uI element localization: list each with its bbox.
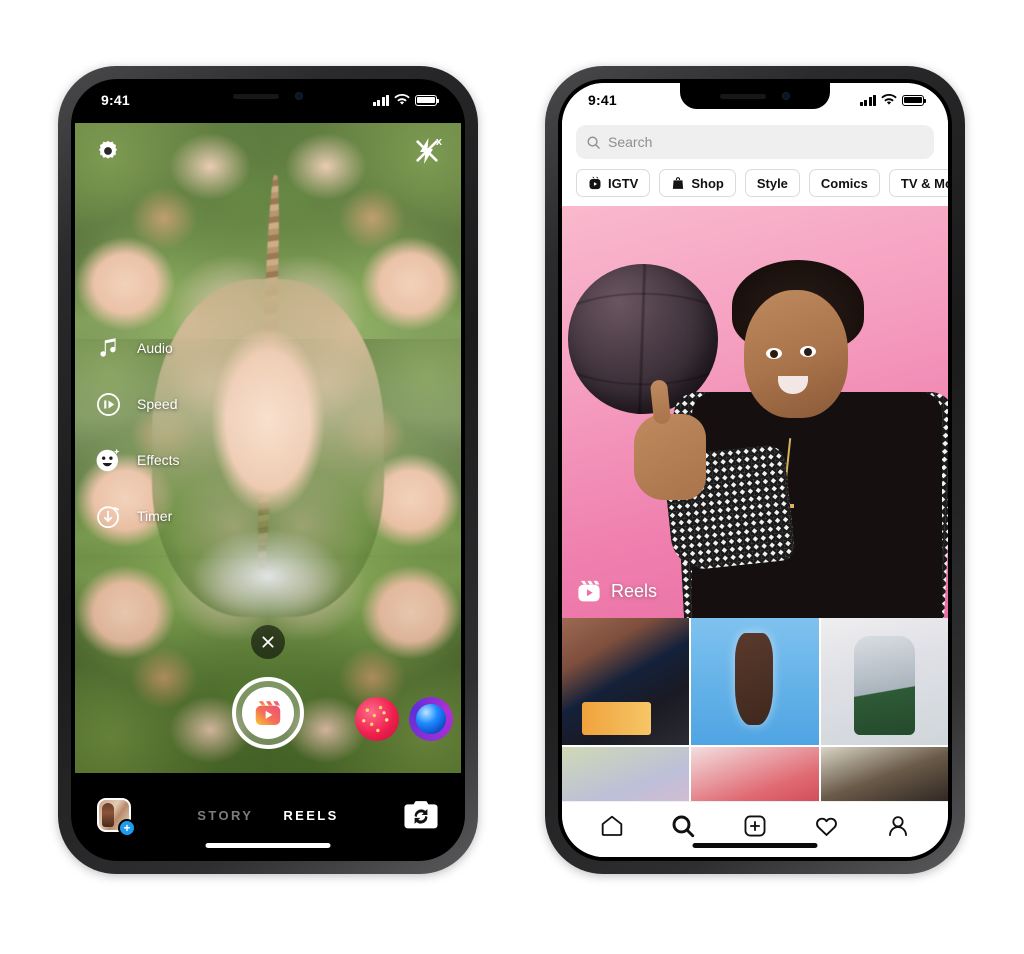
- search-icon[interactable]: [666, 809, 700, 843]
- left-phone-bezel: 9:41 x Audio Speed Effects Timer + STORY…: [71, 79, 465, 861]
- cellular-bars-icon: [859, 94, 876, 106]
- search-icon: [587, 136, 600, 149]
- earpiece-speaker: [233, 93, 279, 99]
- battery-full-icon: [415, 94, 439, 106]
- chip-igtv[interactable]: IGTV: [576, 169, 651, 197]
- right-phone-bezel: 9:41 Search IGTV Shop Style Comics TV & …: [558, 79, 952, 861]
- camera-tool-label: Speed: [137, 396, 178, 412]
- battery-full-icon: [902, 94, 926, 106]
- front-camera-dot: [782, 92, 790, 100]
- timer-clock-icon: [93, 501, 123, 531]
- flash-off-badge: x: [435, 136, 442, 148]
- close-x-icon: [262, 636, 274, 648]
- mode-tab-story[interactable]: STORY: [197, 808, 253, 823]
- reels-clapper-icon: [255, 701, 281, 725]
- music-note-icon: [93, 333, 123, 363]
- reels-badge: Reels: [576, 578, 657, 604]
- grid-item-1[interactable]: [562, 618, 690, 746]
- notch: [680, 83, 830, 109]
- camera-top-controls: x: [75, 136, 461, 165]
- heart-icon[interactable]: [810, 809, 844, 843]
- grid-item-6[interactable]: [820, 747, 948, 801]
- chip-label: TV & Movies: [900, 175, 948, 191]
- reels-badge-label: Reels: [611, 580, 658, 601]
- chip-tv-and-movies[interactable]: TV & Movies: [888, 169, 948, 197]
- sparkle-effect-thumbnail[interactable]: [355, 697, 399, 741]
- igtv-icon: [589, 176, 601, 190]
- camera-preview[interactable]: x Audio Speed Effects Timer: [75, 123, 461, 773]
- speed-gauge-icon: [93, 389, 123, 419]
- chip-style[interactable]: Style: [744, 169, 800, 197]
- camera-tool-timer[interactable]: Timer: [93, 501, 180, 531]
- flip-camera-icon[interactable]: [403, 799, 439, 831]
- featured-reel-post[interactable]: Reels: [562, 206, 948, 618]
- gallery-add-badge: +: [118, 819, 136, 837]
- camera-tool-menu: Audio Speed Effects Timer: [93, 333, 180, 531]
- earpiece-speaker: [720, 93, 766, 99]
- chip-label: IGTV: [608, 175, 639, 191]
- settings-gear-icon[interactable]: [95, 138, 121, 164]
- chip-shop[interactable]: Shop: [659, 169, 736, 197]
- grid-item-3[interactable]: [820, 618, 948, 746]
- status-time: 9:41: [101, 92, 130, 108]
- profile-icon[interactable]: [881, 809, 915, 843]
- smiley-face-icon: [93, 445, 123, 475]
- chip-label: Comics: [820, 175, 868, 191]
- camera-tool-label: Effects: [137, 452, 180, 468]
- camera-screen: 9:41 x Audio Speed Effects Timer + STORY…: [75, 83, 461, 857]
- flash-off-icon[interactable]: x: [414, 136, 442, 165]
- grid-item-2[interactable]: [691, 618, 819, 746]
- chip-comics[interactable]: Comics: [808, 169, 880, 197]
- mode-tab-reels[interactable]: REELS: [283, 808, 338, 823]
- screenshot-canvas: 9:41 x Audio Speed Effects Timer + STORY…: [0, 0, 1024, 954]
- camera-tool-label: Timer: [137, 508, 173, 524]
- category-chips: IGTV Shop Style Comics TV & M: [562, 159, 948, 206]
- blue-gem-effect-thumbnail[interactable]: [409, 697, 453, 741]
- right-phone-device: 9:41 Search IGTV Shop Style Comics TV & …: [545, 66, 965, 874]
- wifi-icon: [394, 94, 410, 105]
- home-indicator-left: [205, 843, 331, 848]
- camera-tool-label: Audio: [137, 340, 173, 356]
- status-time: 9:41: [588, 92, 617, 108]
- camera-tool-speed[interactable]: Speed: [93, 389, 180, 419]
- shutter-button[interactable]: [232, 677, 304, 749]
- effects-carousel: [355, 697, 453, 741]
- camera-tool-audio[interactable]: Audio: [93, 333, 180, 363]
- bottom-tab-bar: [562, 801, 948, 857]
- cancel-recording-button[interactable]: [251, 625, 285, 659]
- home-icon[interactable]: [595, 809, 629, 843]
- explore-screen: 9:41 Search IGTV Shop Style Comics TV & …: [562, 83, 948, 857]
- explore-grid: [562, 618, 948, 801]
- capture-mode-tabs: STORY REELS: [197, 808, 338, 823]
- reels-clapper-icon: [578, 580, 600, 602]
- search-input[interactable]: Search: [576, 125, 934, 159]
- gallery-preview-image: [102, 803, 114, 827]
- camera-tool-effects[interactable]: Effects: [93, 445, 180, 475]
- home-indicator-right: [692, 843, 818, 848]
- search-placeholder: Search: [608, 134, 653, 150]
- shopping-bag-icon: [673, 177, 684, 189]
- chip-label: Style: [756, 175, 788, 191]
- person-image: [634, 248, 948, 618]
- gallery-thumbnail[interactable]: +: [97, 798, 136, 837]
- chip-label: Shop: [691, 175, 724, 191]
- explore-body: Reels: [562, 206, 948, 801]
- left-phone-device: 9:41 x Audio Speed Effects Timer + STORY…: [58, 66, 478, 874]
- wifi-icon: [881, 94, 897, 105]
- front-camera-dot: [295, 92, 303, 100]
- notch: [193, 83, 343, 109]
- add-post-icon[interactable]: [738, 809, 772, 843]
- grid-item-4[interactable]: [562, 747, 690, 801]
- grid-item-5[interactable]: [691, 747, 819, 801]
- cellular-bars-icon: [372, 94, 389, 106]
